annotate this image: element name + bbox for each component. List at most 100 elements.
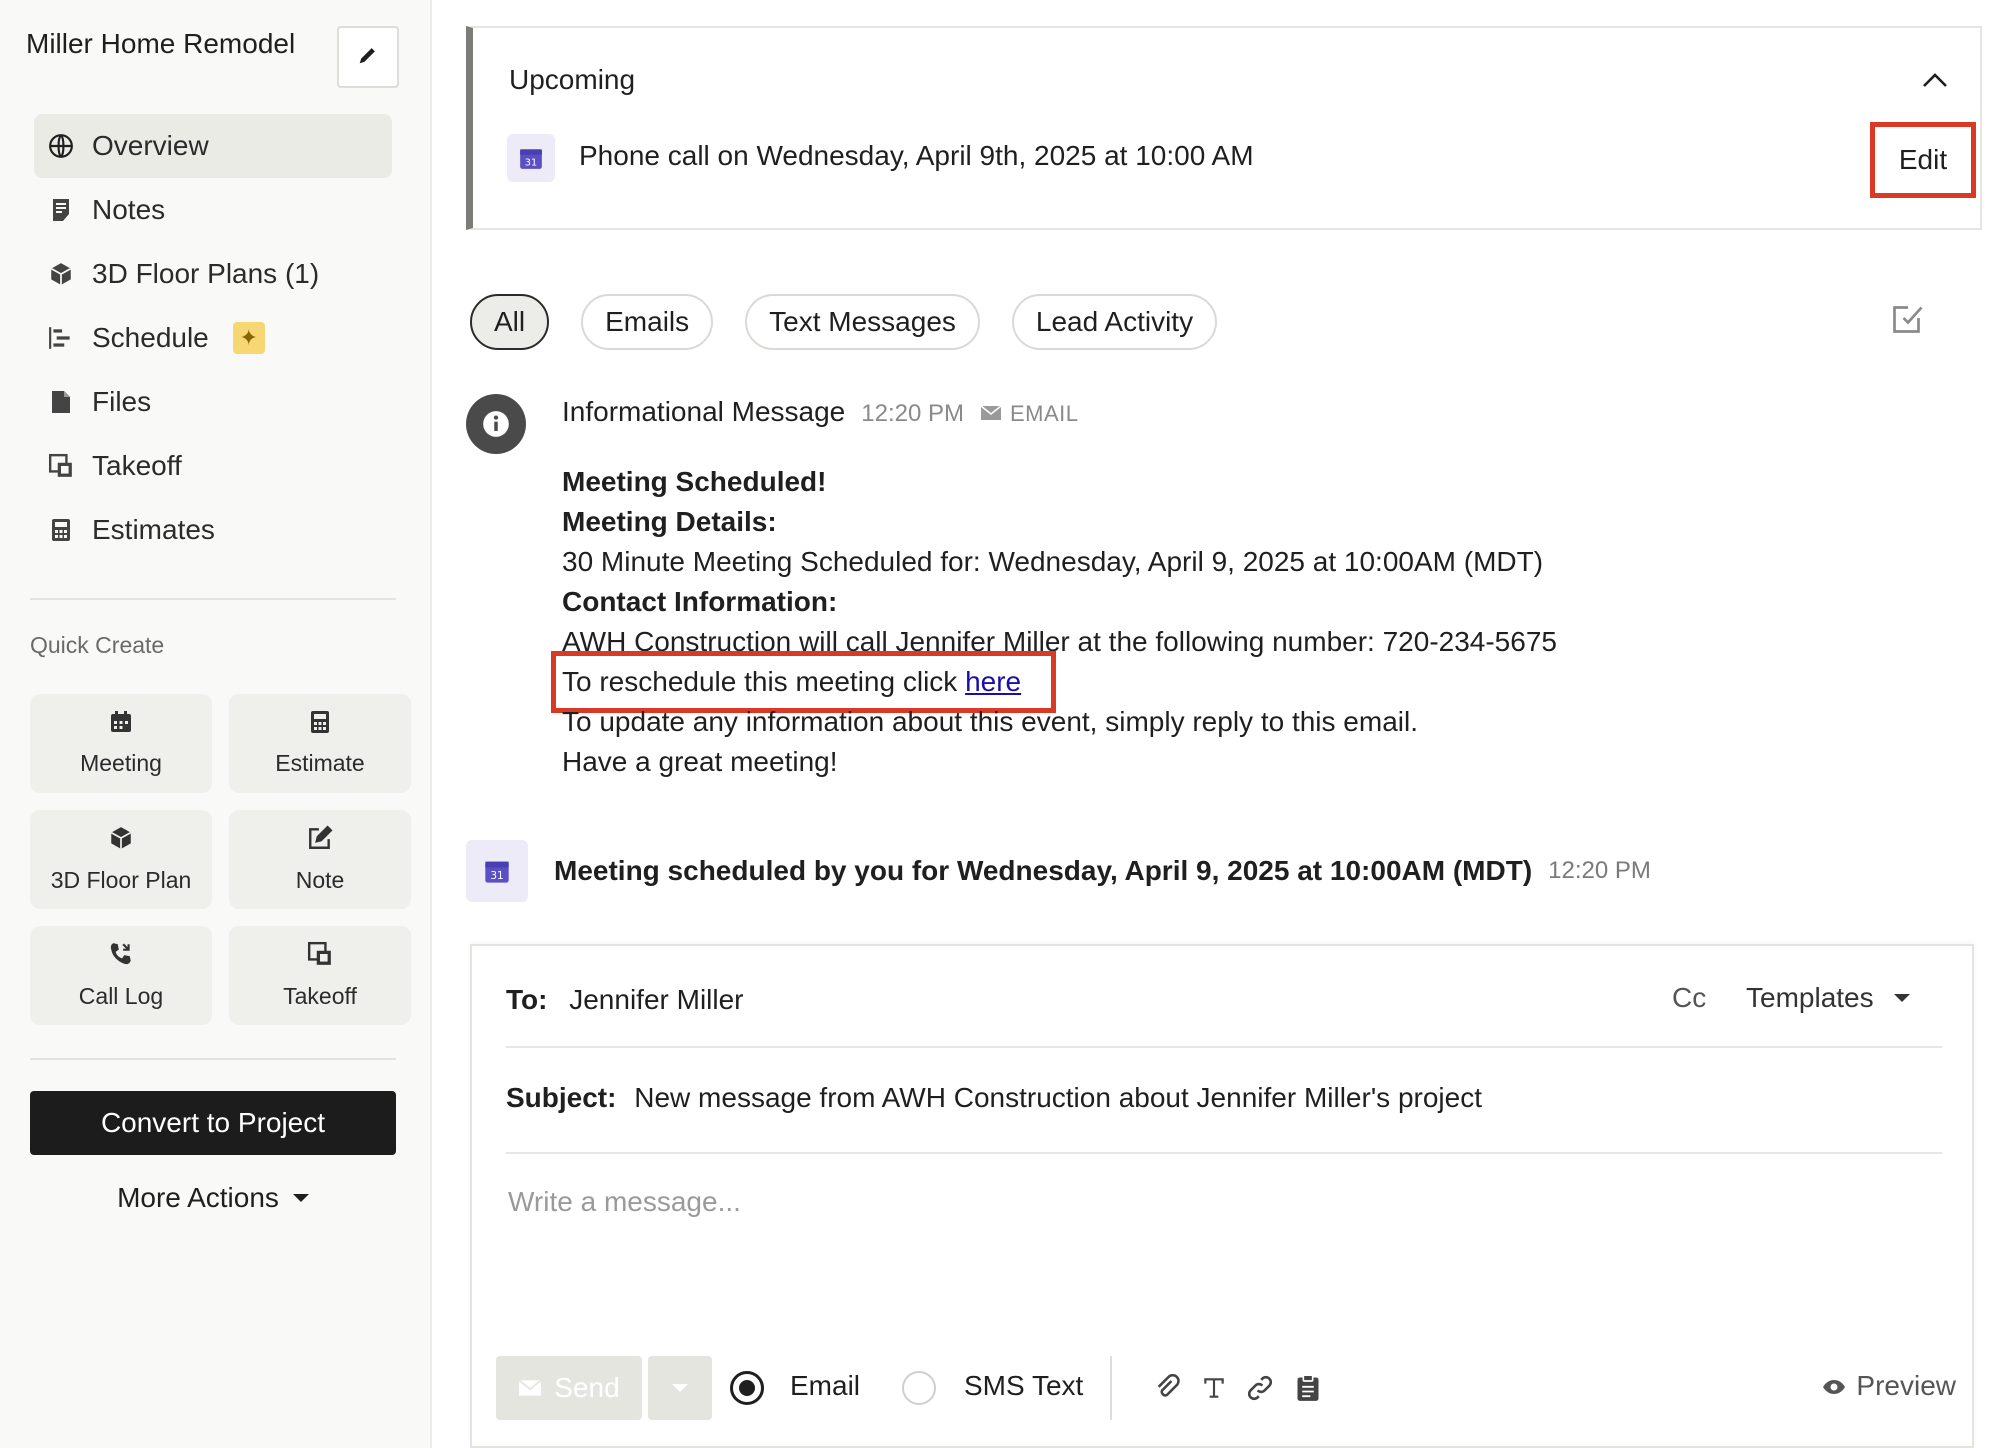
sidebar-item-takeoff[interactable]: Takeoff: [34, 434, 392, 498]
reschedule-link[interactable]: here: [965, 666, 1021, 697]
quick-create-label: Call Log: [78, 983, 164, 1009]
sms-radio-label[interactable]: SMS Text: [964, 1370, 1083, 1402]
composer-divider: [506, 1046, 1942, 1048]
phone-icon: [108, 941, 134, 973]
envelope-icon: [980, 401, 1002, 427]
quick-create-3d-floor-plan-button[interactable]: 3D Floor Plan: [30, 810, 212, 909]
subject-label: Subject:: [506, 1082, 617, 1113]
email-radio-label[interactable]: Email: [790, 1370, 860, 1402]
quick-create-call-log-button[interactable]: Call Log: [30, 926, 212, 1025]
filter-all[interactable]: All: [470, 294, 550, 350]
caret-down-icon: [292, 1194, 309, 1202]
compose-icon[interactable]: [1890, 300, 1926, 341]
quick-create-label: Meeting: [80, 750, 162, 776]
sms-radio[interactable]: [902, 1371, 936, 1405]
send-button[interactable]: Send: [496, 1356, 642, 1420]
toolbar-divider: [1110, 1356, 1112, 1420]
to-label: To:: [506, 984, 548, 1015]
text-format-icon[interactable]: [1196, 1370, 1232, 1406]
reschedule-line: To reschedule this meeting click here: [550, 651, 1557, 713]
attachment-icon[interactable]: [1150, 1370, 1186, 1406]
edit-upcoming-button[interactable]: Edit: [1870, 122, 1976, 198]
message-type: EMAIL: [980, 401, 1079, 427]
sidebar-item-label: Takeoff: [92, 450, 182, 481]
eye-icon: [1822, 1370, 1846, 1402]
caret-down-icon: [1893, 994, 1910, 1002]
calendar-icon: 31: [466, 840, 528, 902]
message-line: Have a great meeting!: [562, 746, 838, 777]
subject-value: New message from AWH Construction about …: [634, 1082, 1482, 1113]
sidebar-item-overview[interactable]: Overview: [34, 114, 392, 178]
more-actions-label: More Actions: [117, 1182, 279, 1213]
file-icon: [48, 389, 74, 415]
cube-icon: [108, 825, 134, 857]
activity-filters: All Emails Text Messages Lead Activity: [470, 294, 1218, 350]
filter-lead-activity[interactable]: Lead Activity: [1011, 294, 1218, 350]
message-input[interactable]: [506, 1184, 1942, 1304]
quick-create-label: 3D Floor Plan: [50, 867, 192, 893]
message-body: Meeting Scheduled! Meeting Details: 30 M…: [550, 462, 1557, 782]
convert-to-project-button[interactable]: Convert to Project: [30, 1091, 396, 1155]
subject-field[interactable]: Subject: New message from AWH Constructi…: [506, 1082, 1482, 1114]
more-actions-button[interactable]: More Actions: [30, 1176, 396, 1220]
quick-create-label: Note: [295, 867, 345, 893]
quick-create-label: Estimate: [275, 750, 365, 776]
quick-create-label: Takeoff: [283, 983, 357, 1009]
activity-row: 31 Meeting scheduled by you for Wednesda…: [466, 840, 1651, 902]
templates-dropdown[interactable]: Templates: [1746, 982, 1910, 1014]
quick-create-takeoff-button[interactable]: Takeoff: [229, 926, 411, 1025]
calendar-icon: [109, 710, 133, 740]
sidebar-item-schedule[interactable]: Schedule ✦: [34, 306, 392, 370]
composer-toolbar: Send Email SMS Text Preview: [496, 1356, 1956, 1420]
note-icon: [48, 197, 74, 223]
takeoff-icon: [48, 453, 74, 479]
composer-divider: [506, 1152, 1942, 1154]
sidebar-item-estimates[interactable]: Estimates: [34, 498, 392, 562]
cc-button[interactable]: Cc: [1672, 982, 1706, 1014]
message-line: Meeting Scheduled!: [562, 466, 827, 497]
templates-label: Templates: [1746, 982, 1874, 1013]
email-radio[interactable]: [730, 1371, 764, 1405]
takeoff-icon: [307, 941, 333, 973]
message-line: 30 Minute Meeting Scheduled for: Wednesd…: [562, 546, 1544, 577]
quick-create-estimate-button[interactable]: Estimate: [229, 694, 411, 793]
sidebar-item-label: Overview: [92, 130, 209, 161]
calendar-icon: 31: [507, 134, 555, 182]
activity-time: 12:20 PM: [1548, 857, 1651, 884]
sidebar-divider: [30, 598, 396, 600]
filter-emails[interactable]: Emails: [581, 294, 714, 350]
chevron-up-icon[interactable]: [1922, 72, 1948, 93]
quick-create-grid: Meeting Estimate 3D Floor Plan Note Call…: [30, 694, 412, 1025]
sidebar-nav: Overview Notes 3D Floor Plans (1) Schedu…: [34, 114, 392, 562]
info-icon: [466, 394, 526, 454]
preview-button[interactable]: Preview: [1822, 1370, 1956, 1402]
filter-text-messages[interactable]: Text Messages: [745, 294, 980, 350]
reschedule-highlight: To reschedule this meeting click here: [550, 651, 1057, 713]
to-value: Jennifer Miller: [569, 984, 744, 1015]
send-label: Send: [554, 1372, 620, 1403]
cube-icon: [48, 261, 74, 287]
send-options-button[interactable]: [648, 1356, 712, 1420]
calculator-icon: [310, 710, 330, 740]
clipboard-icon[interactable]: [1290, 1370, 1326, 1406]
caret-down-icon: [672, 1384, 688, 1392]
quick-create-meeting-button[interactable]: Meeting: [30, 694, 212, 793]
to-field[interactable]: To: Jennifer Miller: [506, 984, 744, 1016]
project-title: Miller Home Remodel: [26, 28, 296, 59]
link-icon[interactable]: [1242, 1370, 1278, 1406]
activity-text: Meeting scheduled by you for Wednesday, …: [554, 855, 1533, 886]
edit-project-button[interactable]: [337, 26, 399, 88]
message-line: To update any information about this eve…: [562, 706, 1418, 737]
sidebar-item-files[interactable]: Files: [34, 370, 392, 434]
upcoming-card: Upcoming 31 Phone call on Wednesday, Apr…: [466, 26, 1982, 230]
calculator-icon: [48, 517, 74, 543]
sidebar-item-notes[interactable]: Notes: [34, 178, 392, 242]
quick-create-note-button[interactable]: Note: [229, 810, 411, 909]
gantt-icon: [48, 325, 74, 351]
message-time: 12:20 PM: [861, 400, 964, 427]
quick-create-label: Quick Create: [30, 632, 165, 658]
sidebar-item-3d-floor-plans[interactable]: 3D Floor Plans (1): [34, 242, 392, 306]
message-line: Meeting Details:: [562, 506, 777, 537]
reschedule-text: To reschedule this meeting click: [562, 666, 966, 697]
message-line: Contact Information:: [562, 586, 838, 617]
